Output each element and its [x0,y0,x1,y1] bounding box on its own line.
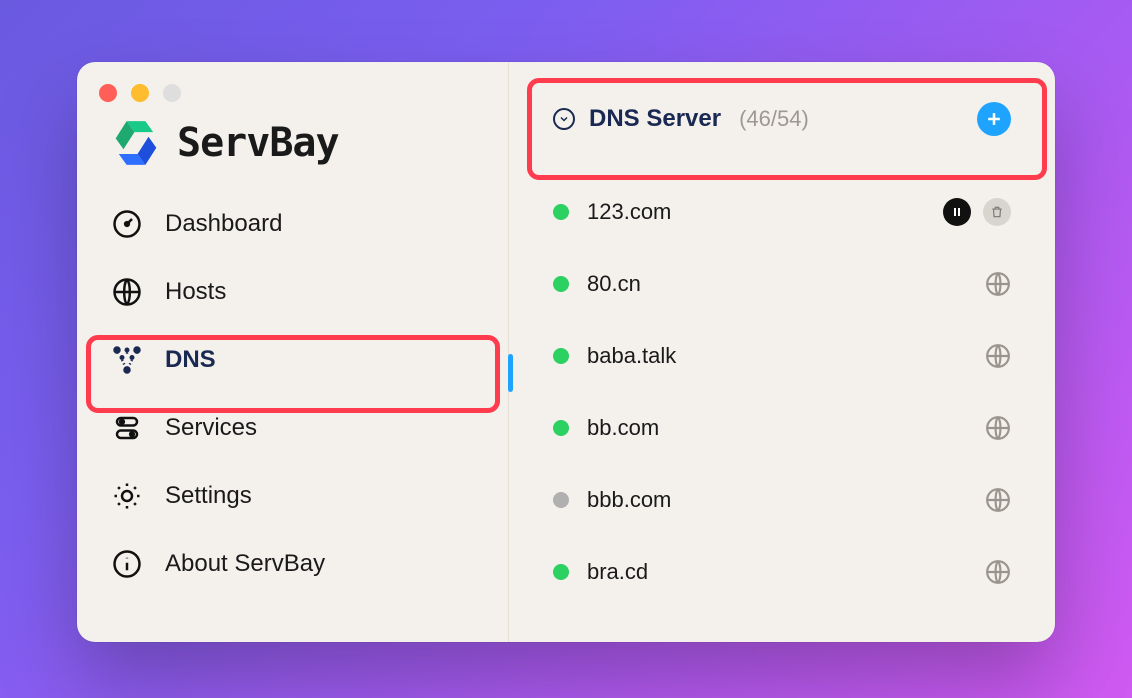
window-minimize-button[interactable] [131,84,149,102]
sidebar-item-services[interactable]: Services [77,394,508,462]
add-button[interactable] [977,102,1011,136]
brand-logo-icon [111,118,161,168]
brand: ServBay [77,62,508,184]
domain-row[interactable]: bb.com [553,392,1011,464]
domain-row[interactable]: 123.com [553,176,1011,248]
dashboard-icon [111,209,143,239]
info-icon [111,549,143,579]
globe-icon[interactable] [985,559,1011,585]
domain-name: bb.com [587,415,967,441]
app-window: ServBay Dashboard Hosts [77,62,1055,642]
traffic-lights [99,84,181,102]
chevron-down-icon[interactable] [553,108,575,130]
status-dot-active-icon [553,420,569,436]
status-dot-active-icon [553,564,569,580]
sidebar-item-hosts[interactable]: Hosts [77,258,508,326]
status-dot-active-icon [553,348,569,364]
domain-name: bra.cd [587,559,967,585]
sidebar-item-label: Hosts [165,278,226,306]
globe-icon [111,277,143,307]
domain-list: 123.com 80.cn baba. [509,166,1055,608]
brand-name: ServBay [177,120,339,166]
domain-row[interactable]: baba.talk [553,320,1011,392]
status-dot-active-icon [553,204,569,220]
sidebar-item-label: Services [165,414,257,442]
content-pane: DNS Server (46/54) 123.com [509,62,1055,642]
globe-icon[interactable] [985,487,1011,513]
dns-icon [111,345,143,375]
section-title: DNS Server [589,105,721,133]
globe-icon[interactable] [985,343,1011,369]
section-count: (46/54) [739,106,809,132]
globe-icon[interactable] [985,415,1011,441]
domain-name: 123.com [587,199,925,225]
domain-name: bbb.com [587,487,967,513]
globe-icon[interactable] [985,271,1011,297]
domain-row[interactable]: bbb.com [553,464,1011,536]
delete-button[interactable] [983,198,1011,226]
domain-name: 80.cn [587,271,967,297]
sidebar-item-dashboard[interactable]: Dashboard [77,190,508,258]
sidebar-item-dns[interactable]: DNS [77,326,508,394]
domain-row[interactable]: bra.cd [553,536,1011,608]
domain-row[interactable]: 80.cn [553,248,1011,320]
row-actions [943,198,1011,226]
sidebar-item-label: DNS [165,346,216,374]
sidebar-item-label: About ServBay [165,550,325,578]
sidebar-item-label: Settings [165,482,252,510]
status-dot-active-icon [553,276,569,292]
status-dot-inactive-icon [553,492,569,508]
sidebar-nav: Dashboard Hosts [77,184,508,598]
window-zoom-button[interactable] [163,84,181,102]
gear-icon [111,481,143,511]
domain-name: baba.talk [587,343,967,369]
sidebar: ServBay Dashboard Hosts [77,62,509,642]
sidebar-item-settings[interactable]: Settings [77,462,508,530]
sidebar-item-label: Dashboard [165,210,282,238]
services-icon [111,413,143,443]
sidebar-item-about[interactable]: About ServBay [77,530,508,598]
pause-button[interactable] [943,198,971,226]
section-header: DNS Server (46/54) [509,62,1055,166]
window-close-button[interactable] [99,84,117,102]
